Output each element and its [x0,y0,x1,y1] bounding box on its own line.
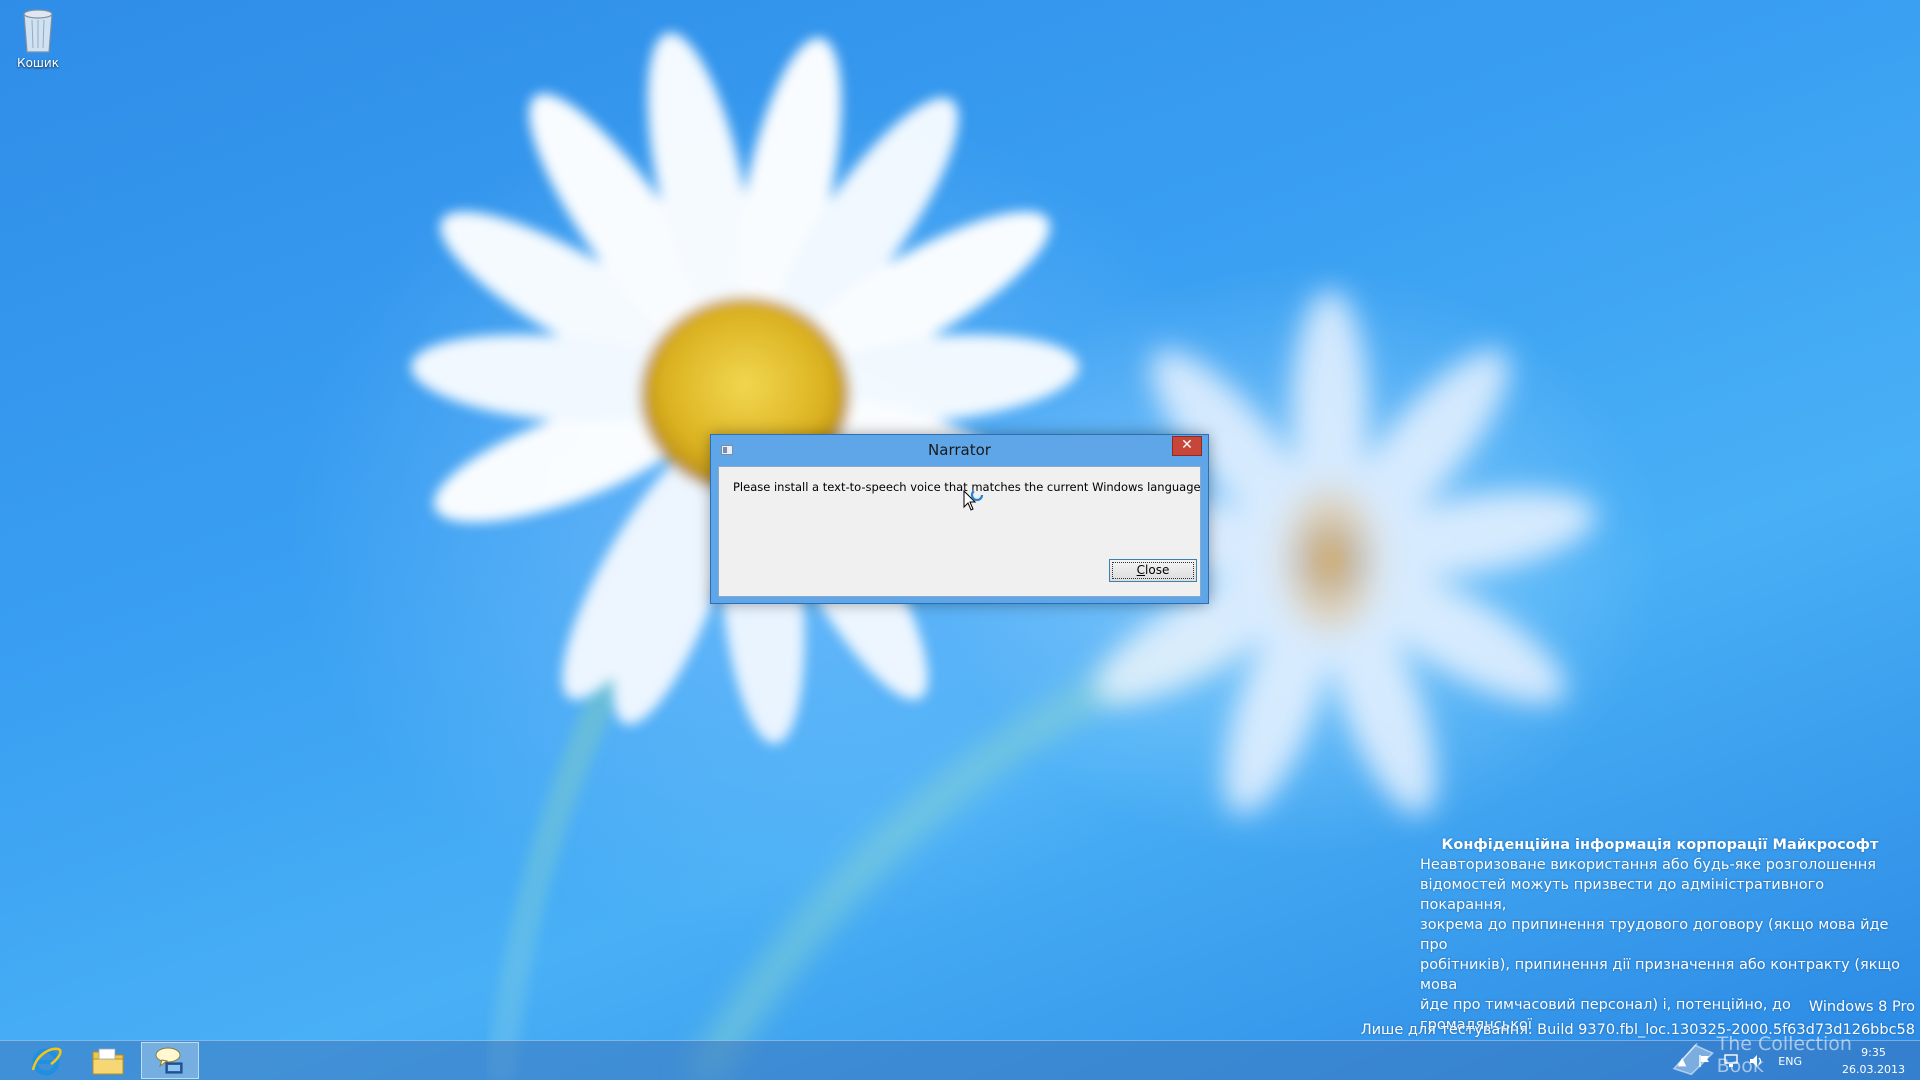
recycle-bin-icon [23,9,53,53]
taskbar-clock[interactable]: 9:35 26.03.2013 [1842,1044,1905,1078]
watermark-title: Конфіденційна інформація корпорації Майк… [1441,837,1879,853]
mouse-cursor-busy-icon [963,490,984,511]
taskbar-narrator[interactable] [141,1042,199,1079]
show-hidden-icons-button[interactable]: ▲ [1678,1055,1686,1068]
watermark-line: відомостей можуть призвести до адміністр… [1420,877,1825,913]
network-icon[interactable] [1723,1053,1739,1069]
clock-date: 26.03.2013 [1842,1063,1905,1076]
system-tray: ▲ ENG [1672,1041,1810,1080]
narrator-icon [155,1047,183,1073]
desktop: Кошик Narrator ✕ Please install a text-t… [0,0,1920,1080]
dialog-titlebar[interactable]: Narrator ✕ [711,435,1208,465]
action-center-flag-icon[interactable] [1697,1053,1713,1069]
internet-explorer-icon [31,1047,62,1075]
build-string: Лише для тестування. Build 9370.fbl_loc.… [1360,1022,1915,1038]
taskbar-file-explorer[interactable] [80,1042,136,1079]
close-button-access-key: C [1136,563,1146,577]
watermark-line: зокрема до припинення трудового договору… [1420,917,1889,953]
close-button-label-rest: lose [1145,563,1170,577]
watermark-line: Неавторизоване використання або будь-яке… [1420,857,1876,873]
volume-icon[interactable] [1749,1053,1765,1069]
watermark-line: робітників), припинення дії призначення … [1420,957,1900,993]
windows-edition: Windows 8 Pro [1808,999,1915,1015]
close-button-label: Close [1112,562,1194,579]
clock-time: 9:35 [1861,1046,1886,1059]
narrator-dialog: Narrator ✕ Please install a text-to-spee… [710,434,1209,604]
dialog-close-button[interactable]: ✕ [1172,436,1202,456]
file-explorer-icon [92,1048,124,1074]
dialog-body: Please install a text-to-speech voice th… [718,466,1201,597]
desktop-icon-label: Кошик [17,56,59,70]
dialog-title: Narrator [928,441,991,459]
desktop-icon-recycle-bin[interactable]: Кошик [10,6,66,70]
close-icon: ✕ [1181,437,1193,453]
close-button[interactable]: Close [1109,559,1197,582]
build-info: Windows 8 Pro Лише для тестування. Build… [1361,996,1915,1042]
taskbar: ▲ ENG 9:35 26.03.2013 [0,1040,1920,1080]
taskbar-internet-explorer[interactable] [18,1042,74,1079]
input-language-indicator[interactable]: ENG [1778,1055,1802,1068]
